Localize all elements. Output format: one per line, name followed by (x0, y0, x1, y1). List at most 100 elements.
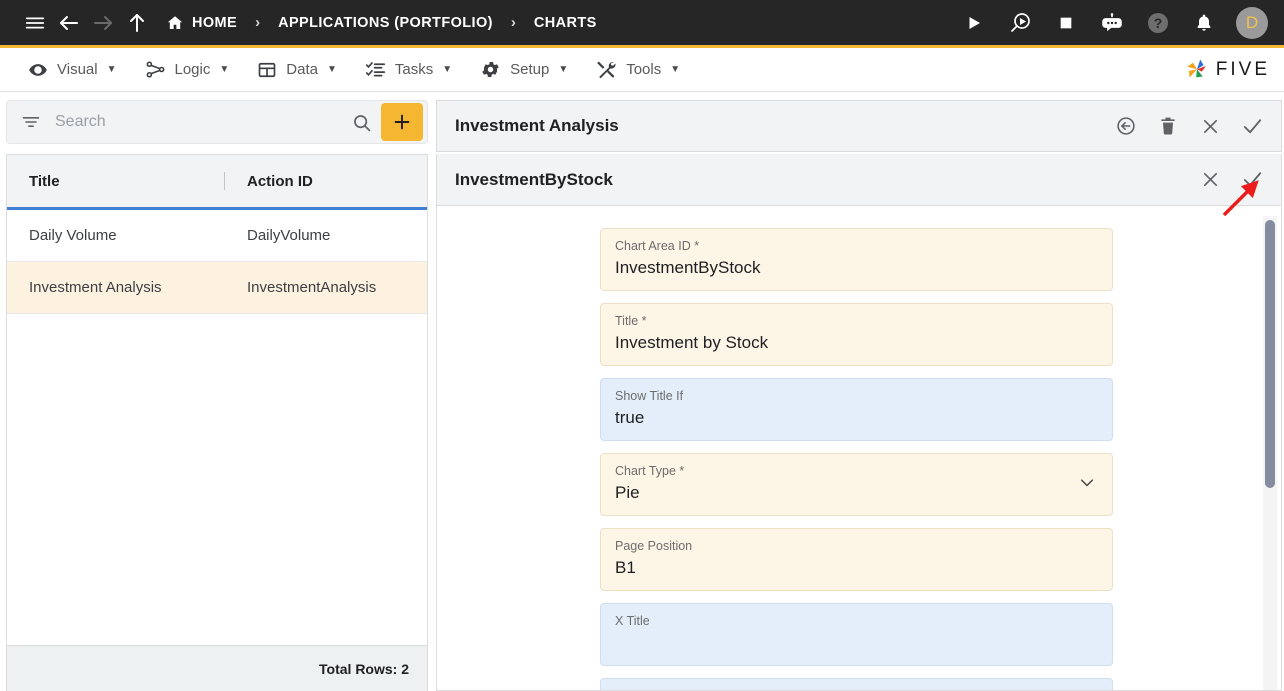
hamburger-icon[interactable] (18, 0, 52, 47)
menu-label-setup: Setup (510, 61, 550, 78)
table-header-row: Title Action ID (7, 155, 427, 210)
menu-label-tools: Tools (626, 61, 662, 78)
form-fields: Chart Area ID * InvestmentByStock Title … (600, 228, 1113, 690)
breadcrumb-label-applications: APPLICATIONS (PORTFOLIO) (278, 14, 493, 31)
menu-tools[interactable]: Tools ▼ (582, 48, 694, 92)
field-x-title[interactable]: X Title (600, 603, 1113, 666)
menu-label-visual: Visual (57, 61, 98, 78)
field-value: Pie (615, 483, 640, 502)
page-title: Investment Analysis (455, 116, 619, 135)
main-content: Title Action ID Daily Volume DailyVolume… (0, 92, 1284, 691)
table-row[interactable]: Investment Analysis InvestmentAnalysis (7, 262, 427, 314)
field-show-title-if[interactable]: Show Title If true (600, 378, 1113, 441)
field-label: X Title (615, 614, 650, 628)
menu-data[interactable]: Data ▼ (243, 48, 351, 92)
chevron-down-icon: ▼ (670, 64, 681, 75)
field-label: Chart Type * (615, 464, 685, 478)
search-icon[interactable] (343, 102, 379, 142)
breadcrumb-label-home: HOME (192, 14, 238, 31)
form-scroll-area: Chart Area ID * InvestmentByStock Title … (437, 206, 1281, 690)
chevron-down-icon: ▼ (326, 64, 337, 75)
vertical-scrollbar[interactable] (1263, 216, 1277, 690)
debug-search-play-icon[interactable] (1000, 0, 1040, 47)
menu-logic[interactable]: Logic ▼ (131, 48, 244, 92)
save-check-icon[interactable] (1233, 106, 1271, 146)
cell-action-id: InvestmentAnalysis (247, 279, 377, 296)
stop-square-icon[interactable] (1046, 0, 1086, 47)
detail-header: Investment Analysis (436, 100, 1282, 152)
breadcrumb-item-home[interactable]: HOME (162, 14, 241, 32)
breadcrumb-separator: › (255, 14, 261, 31)
records-list-panel: Title Action ID Daily Volume DailyVolume… (0, 92, 434, 691)
detail-header-actions (1107, 106, 1271, 146)
field-title[interactable]: Title * Investment by Stock (600, 303, 1113, 366)
field-chart-type[interactable]: Chart Type * Pie (600, 453, 1113, 516)
avatar[interactable]: D (1236, 6, 1268, 39)
field-value: InvestmentByStock (615, 258, 761, 277)
close-icon[interactable] (1191, 160, 1229, 200)
cell-title: Daily Volume (29, 227, 117, 244)
menu-label-data: Data (286, 61, 318, 78)
chart-area-subpanel: InvestmentByStock Chart Area ID * Invest… (436, 154, 1282, 691)
nodes-icon (145, 59, 166, 80)
help-question-icon[interactable]: ? (1138, 0, 1178, 47)
field-value (615, 631, 1098, 655)
forward-arrow-icon (86, 0, 120, 47)
up-arrow-icon[interactable] (120, 0, 154, 47)
field-label: Page Position (615, 539, 693, 553)
back-arrow-icon[interactable] (52, 0, 86, 47)
column-header-action-id[interactable]: Action ID (225, 155, 427, 207)
table-row[interactable]: Daily Volume DailyVolume (7, 210, 427, 262)
table-icon (257, 60, 277, 80)
field-value: B1 (615, 558, 636, 577)
menu-label-tasks: Tasks (394, 61, 434, 78)
field-label: Chart Area ID * (615, 239, 700, 253)
breadcrumb-label-charts: CHARTS (533, 14, 597, 31)
table-body: Daily Volume DailyVolume Investment Anal… (7, 210, 427, 645)
field-page-position[interactable]: Page Position B1 (600, 528, 1113, 591)
save-check-icon[interactable] (1233, 160, 1271, 200)
search-bar (6, 100, 428, 144)
field-label: Show X Title If (615, 688, 1098, 690)
subpanel-header: InvestmentByStock (437, 154, 1281, 206)
brand-logo: FIVE (1184, 57, 1270, 83)
field-show-x-title-if[interactable]: Show X Title If true (600, 678, 1113, 690)
application-window: HOME › APPLICATIONS (PORTFOLIO) › CHARTS (0, 0, 1284, 691)
cell-action-id: DailyVolume (247, 227, 331, 244)
chevron-down-icon: ▼ (558, 64, 569, 75)
field-label: Title * (615, 314, 647, 328)
breadcrumb-separator: › (510, 14, 516, 31)
wrench-screwdriver-icon (596, 59, 617, 80)
menu-visual[interactable]: Visual ▼ (14, 48, 131, 92)
gear-icon (480, 59, 501, 80)
add-record-button[interactable] (381, 103, 423, 141)
chevron-down-icon: ▼ (106, 64, 117, 75)
breadcrumb-item-charts[interactable]: CHARTS (530, 15, 601, 31)
breadcrumb: HOME › APPLICATIONS (PORTFOLIO) › CHARTS (162, 14, 954, 32)
column-header-title[interactable]: Title (7, 155, 225, 207)
filter-icon[interactable] (19, 102, 43, 142)
close-icon[interactable] (1191, 106, 1229, 146)
chatbot-icon[interactable] (1092, 0, 1132, 47)
delete-trash-icon[interactable] (1149, 106, 1187, 146)
field-value: true (615, 408, 645, 427)
notifications-bell-icon[interactable] (1184, 0, 1224, 47)
field-value: Investment by Stock (615, 333, 769, 352)
chevron-down-icon: ▼ (442, 64, 453, 75)
scrollbar-thumb[interactable] (1265, 220, 1275, 488)
top-bar-actions: ? D (954, 0, 1268, 47)
menu-setup[interactable]: Setup ▼ (466, 48, 582, 92)
cell-title: Investment Analysis (29, 279, 162, 296)
search-input[interactable] (43, 112, 343, 132)
svg-text:?: ? (1154, 15, 1163, 31)
total-rows-label: Total Rows: 2 (319, 660, 409, 677)
breadcrumb-item-applications[interactable]: APPLICATIONS (PORTFOLIO) (274, 15, 497, 31)
subpanel-title: InvestmentByStock (455, 169, 613, 189)
field-chart-area-id[interactable]: Chart Area ID * InvestmentByStock (600, 228, 1113, 291)
revert-icon[interactable] (1107, 106, 1145, 146)
records-table: Title Action ID Daily Volume DailyVolume… (6, 154, 428, 645)
top-navigation-bar: HOME › APPLICATIONS (PORTFOLIO) › CHARTS (0, 0, 1284, 48)
main-menu-bar: Visual ▼ Logic ▼ Data ▼ Tasks ▼ Setup ▼ … (0, 48, 1284, 92)
menu-tasks[interactable]: Tasks ▼ (351, 48, 466, 92)
run-play-icon[interactable] (954, 0, 994, 47)
